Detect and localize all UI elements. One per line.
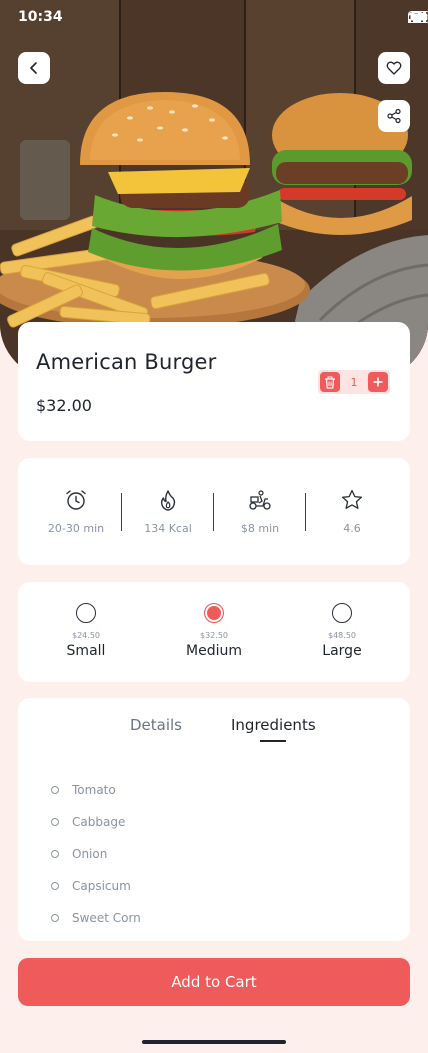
trash-icon (325, 376, 335, 389)
info-label: 4.6 (343, 522, 361, 535)
size-option-large[interactable]: $48.50 Large (297, 582, 387, 682)
size-price: $32.50 (200, 631, 228, 640)
info-label: 134 Kcal (144, 522, 192, 535)
ingredient-name: Onion (72, 847, 108, 861)
status-time: 10:34 (18, 9, 63, 25)
active-tab-indicator (260, 740, 286, 742)
size-name: Medium (186, 643, 242, 659)
heart-icon (386, 61, 402, 75)
size-radio[interactable] (332, 603, 352, 623)
remove-item-button[interactable] (320, 372, 340, 392)
info-delivery: $8 min (214, 458, 306, 565)
favorite-button[interactable] (378, 52, 410, 84)
list-item: Cabbage (51, 806, 141, 838)
bullet-icon (51, 850, 59, 858)
share-icon (387, 108, 401, 124)
plus-icon (373, 377, 383, 387)
quantity-value: 1 (350, 375, 358, 389)
quantity-stepper: 1 (318, 370, 390, 394)
size-price: $24.50 (72, 631, 100, 640)
size-selector-card: $24.50 Small $32.50 Medium $48.50 Large (18, 582, 410, 682)
battery-icon (408, 11, 428, 23)
add-item-button[interactable] (368, 372, 388, 392)
info-rating: 4.6 (306, 458, 398, 565)
tab-details[interactable]: Details (130, 716, 182, 734)
size-option-medium[interactable]: $32.50 Medium (169, 582, 259, 682)
product-price: $32.00 (36, 396, 92, 415)
home-indicator (142, 1040, 286, 1044)
list-item: Tomato (51, 774, 141, 806)
list-item: Capsicum (51, 870, 141, 902)
ingredient-name: Cabbage (72, 815, 126, 829)
bullet-icon (51, 818, 59, 826)
add-to-cart-button[interactable]: Add to Cart (18, 958, 410, 1006)
flame-icon (160, 490, 176, 511)
ingredient-name: Capsicum (72, 879, 131, 893)
bullet-icon (51, 914, 59, 922)
list-item: Sweet Corn (51, 902, 141, 934)
alarm-clock-icon (66, 490, 86, 510)
ingredients-list: Tomato Cabbage Onion Capsicum Sweet Corn (51, 774, 141, 934)
ingredient-name: Sweet Corn (72, 911, 141, 925)
star-icon (341, 489, 363, 509)
info-label: 20-30 min (47, 522, 105, 535)
size-radio[interactable] (76, 603, 96, 623)
info-label: $8 min (240, 522, 280, 535)
share-button[interactable] (378, 100, 410, 132)
bullet-icon (51, 882, 59, 890)
back-button[interactable] (18, 52, 50, 84)
info-prep-time: 20-30 min (30, 458, 122, 565)
chevron-left-icon (30, 62, 37, 74)
product-info-card: 20-30 min 134 Kcal $8 min 4.6 (18, 458, 410, 565)
list-item: Onion (51, 838, 141, 870)
size-name: Large (322, 643, 362, 659)
product-title-card: American Burger $32.00 1 (18, 322, 410, 441)
bullet-icon (51, 786, 59, 794)
details-tabs-card: Details Ingredients Tomato Cabbage Onion… (18, 698, 410, 941)
tab-ingredients[interactable]: Ingredients (231, 716, 316, 734)
size-price: $48.50 (328, 631, 356, 640)
size-option-small[interactable]: $24.50 Small (41, 582, 131, 682)
product-name: American Burger (36, 350, 217, 374)
size-radio[interactable] (204, 603, 224, 623)
info-calories: 134 Kcal (122, 458, 214, 565)
ingredient-name: Tomato (72, 783, 116, 797)
size-name: Small (66, 643, 106, 659)
delivery-scooter-icon (249, 490, 271, 510)
status-bar: 10:34 (0, 0, 428, 36)
